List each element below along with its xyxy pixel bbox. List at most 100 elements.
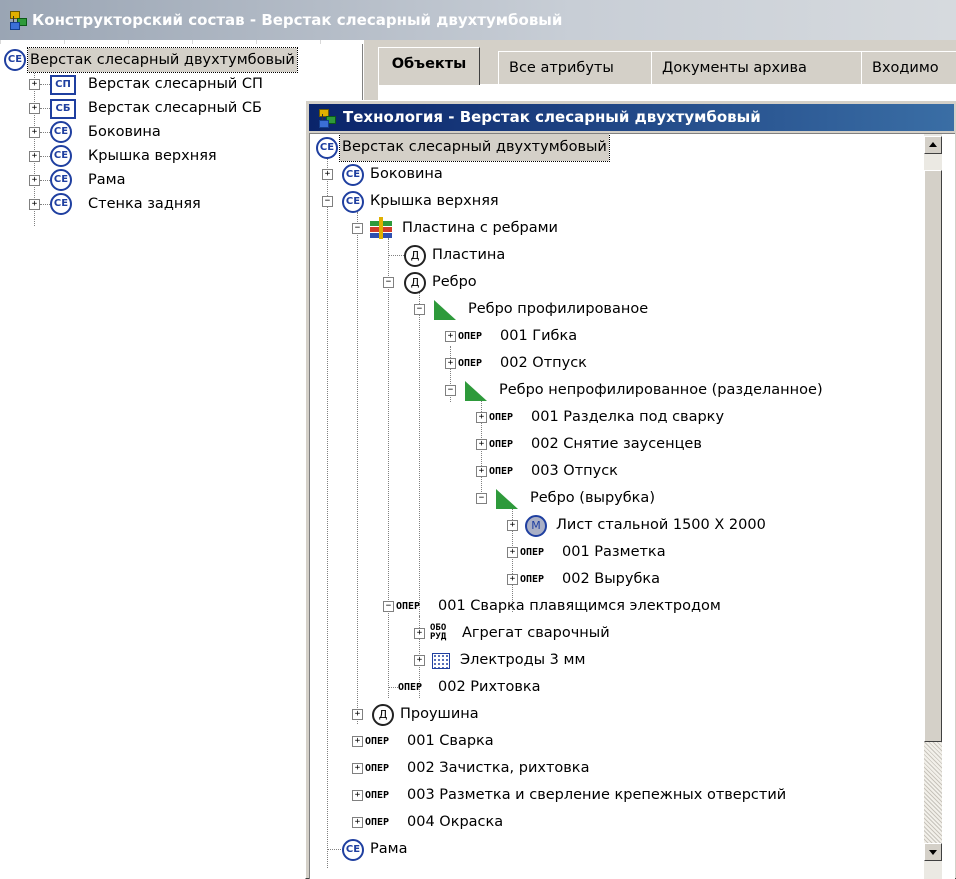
expand-plus-icon[interactable]: + (352, 817, 363, 828)
tab-archive-documents[interactable]: Документы архива (651, 51, 863, 84)
detail-icon: Д (372, 704, 394, 726)
app-tree-icon (8, 10, 28, 30)
expand-plus-icon[interactable]: + (352, 709, 363, 720)
specification-icon: СП (50, 75, 76, 95)
operation-icon: ОПЕР (365, 790, 390, 801)
tab-strip: Объекты Все атрибуты Документы архива Вх… (378, 47, 956, 85)
tree-node-label: Боковина (370, 166, 443, 182)
collapse-minus-icon[interactable]: − (383, 277, 394, 288)
tree-line (357, 212, 358, 724)
tree-line (40, 108, 50, 109)
tree-node-label: 001 Разметка (562, 544, 666, 560)
expand-plus-icon[interactable]: + (29, 103, 40, 114)
tree-node-label: Ребро непрофилированное (разделанное) (499, 382, 823, 398)
expand-plus-icon[interactable]: + (414, 628, 425, 639)
tree-node-label: Электроды 3 мм (460, 652, 586, 668)
tab-included[interactable]: Входимо (861, 51, 956, 84)
expand-plus-icon[interactable]: + (322, 169, 333, 180)
expand-plus-icon[interactable]: + (29, 79, 40, 90)
tree-node-label: 002 Зачистка, рихтовка (407, 760, 590, 776)
assembly-unit-icon: СЕ (342, 839, 364, 861)
expand-plus-icon[interactable]: + (29, 175, 40, 186)
technology-title-bar[interactable]: Технология - Верстак слесарный двухтумбо… (309, 104, 954, 131)
operation-icon: ОПЕР (489, 439, 514, 450)
workpiece-icon (465, 381, 487, 401)
expand-plus-icon[interactable]: + (29, 199, 40, 210)
tree-node-label: 002 Рихтовка (438, 679, 541, 695)
tree-node-label: Рама (88, 172, 126, 188)
assembly-unit-icon: СЕ (50, 121, 72, 143)
tree-line (40, 84, 50, 85)
tree-node-label: Ребро профилированое (468, 301, 649, 317)
tree-node-label: 001 Разделка под сварку (531, 409, 725, 425)
collapse-minus-icon[interactable]: − (322, 196, 333, 207)
expand-plus-icon[interactable]: + (476, 439, 487, 450)
tree-line (388, 255, 404, 256)
expand-plus-icon[interactable]: + (445, 331, 456, 342)
workpiece-icon (434, 300, 456, 320)
expand-plus-icon[interactable]: + (352, 736, 363, 747)
assembly-unit-icon: СЕ (4, 49, 26, 71)
operation-icon: ОПЕР (365, 763, 390, 774)
expand-plus-icon[interactable]: + (507, 520, 518, 531)
window-title: Конструкторский состав - Верстак слесарн… (32, 11, 563, 29)
equipment-icon-bottom: РУД (430, 632, 447, 642)
expand-plus-icon[interactable]: + (352, 790, 363, 801)
technology-tree[interactable]: СЕ Верстак слесарный двухтумбовый + СЕ Б… (309, 133, 955, 879)
tab-all-attributes[interactable]: Все атрибуты (498, 51, 654, 84)
assembly-unit-icon: СЕ (342, 191, 364, 213)
tree-node-label: 001 Сварка плавящимся электродом (438, 598, 721, 614)
tree-node-label: 002 Вырубка (562, 571, 661, 587)
expand-plus-icon[interactable]: + (414, 655, 425, 666)
expand-plus-icon[interactable]: + (29, 151, 40, 162)
tree-node-label: Лист стальной 1500 Х 2000 (556, 517, 766, 533)
collapse-minus-icon[interactable]: − (352, 223, 363, 234)
assembly-drawing-icon: СБ (50, 99, 76, 119)
operation-icon: ОПЕР (458, 358, 483, 369)
operation-icon: ОПЕР (489, 466, 514, 477)
tree-node-label: Верстак слесарный двухтумбовый (27, 47, 298, 73)
operation-icon: ОПЕР (365, 817, 390, 828)
arrow-up-icon (929, 142, 937, 147)
vertical-scrollbar[interactable] (924, 134, 942, 879)
tree-line (388, 687, 398, 688)
construction-title-bar[interactable]: Конструкторский состав - Верстак слесарн… (0, 0, 956, 40)
expand-plus-icon[interactable]: + (507, 547, 518, 558)
tree-line (40, 132, 50, 133)
tree-line (327, 158, 328, 868)
detail-icon: Д (404, 272, 426, 294)
tree-node-label: Крышка верхняя (88, 148, 217, 164)
tree-node-label: Проушина (400, 706, 479, 722)
operation-icon: ОПЕР (520, 547, 545, 558)
tab-objects[interactable]: Объекты (378, 47, 480, 85)
tree-line (327, 849, 341, 850)
operation-icon: ОПЕР (398, 682, 423, 693)
tree-line (40, 204, 50, 205)
tree-node-label: Крышка верхняя (370, 193, 499, 209)
collapse-minus-icon[interactable]: − (383, 601, 394, 612)
tree-node-label: Верстак слесарный двухтумбовый (339, 134, 610, 162)
collapse-minus-icon[interactable]: − (476, 493, 487, 504)
scroll-down-button[interactable] (924, 843, 942, 861)
collapse-minus-icon[interactable]: − (445, 385, 456, 396)
assembly-unit-icon: СЕ (342, 164, 364, 186)
expand-plus-icon[interactable]: + (507, 574, 518, 585)
expand-plus-icon[interactable]: + (445, 358, 456, 369)
expand-plus-icon[interactable]: + (352, 763, 363, 774)
material-icon: М (525, 515, 547, 537)
operation-icon: ОПЕР (458, 331, 483, 342)
assembly-unit-icon: СЕ (50, 145, 72, 167)
tree-node-label: 001 Гибка (500, 328, 578, 344)
expand-plus-icon[interactable]: + (476, 412, 487, 423)
expand-plus-icon[interactable]: + (29, 127, 40, 138)
collapse-minus-icon[interactable]: − (414, 304, 425, 315)
operation-icon: ОПЕР (396, 601, 421, 612)
tree-node-label: Стенка задняя (88, 196, 201, 212)
tree-node-label: Боковина (88, 124, 161, 140)
tree-node-label: 004 Окраска (407, 814, 504, 830)
expand-plus-icon[interactable]: + (476, 466, 487, 477)
consumable-icon (432, 653, 450, 669)
scroll-up-button[interactable] (924, 136, 942, 154)
app-tree-icon (317, 108, 337, 128)
scroll-thumb[interactable] (924, 170, 942, 742)
